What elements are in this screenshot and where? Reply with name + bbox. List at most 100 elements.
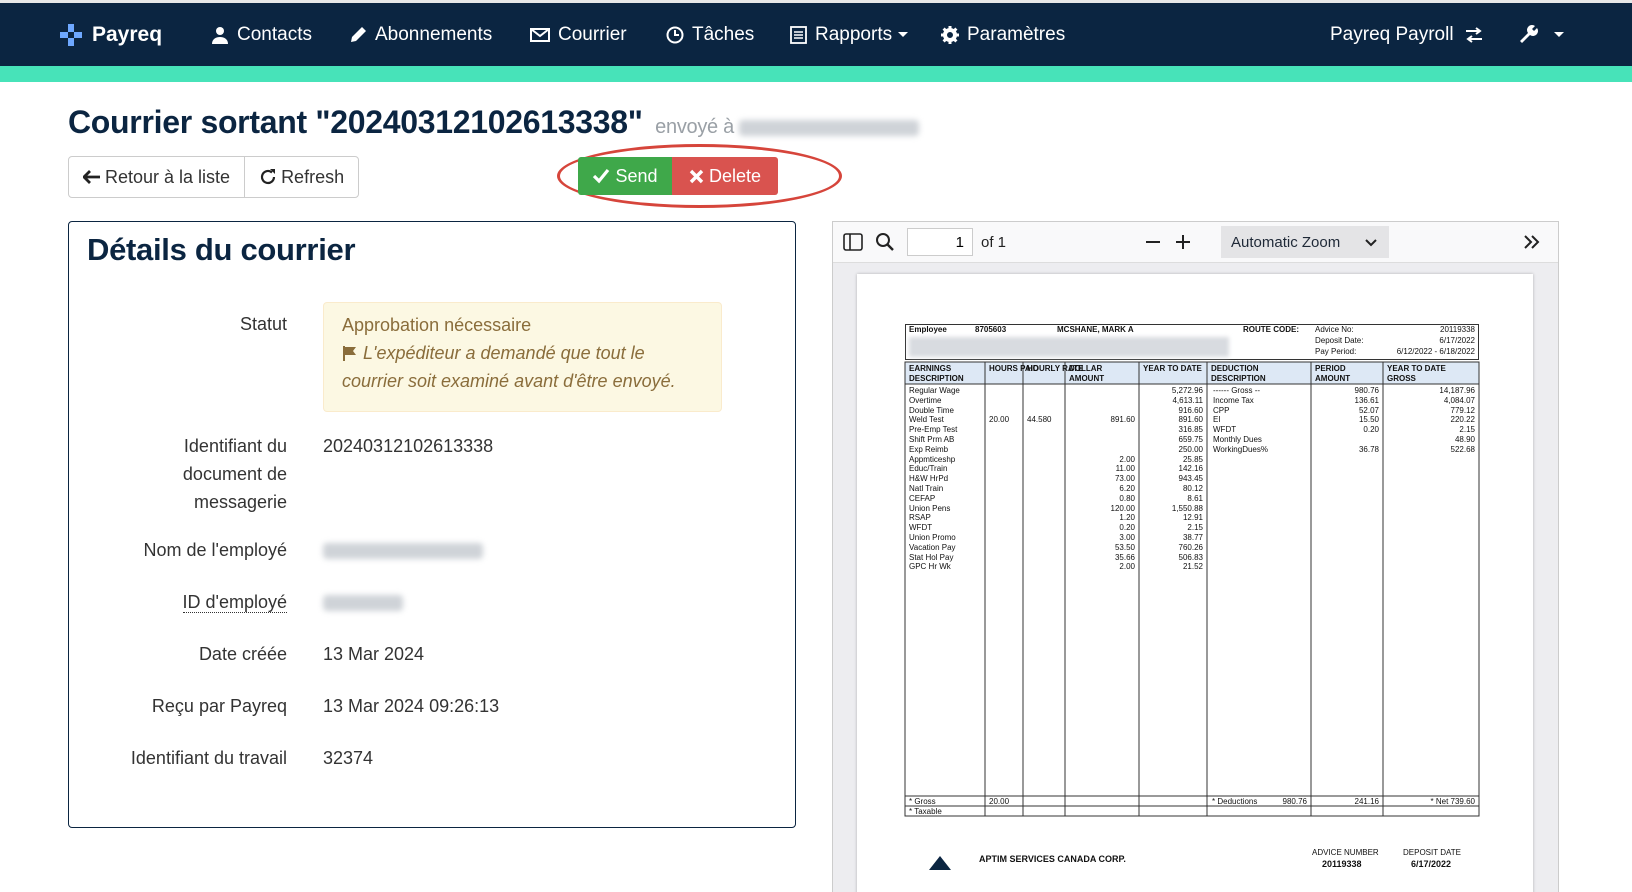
slip-deposit-label: DEPOSIT DATE [1403,848,1461,857]
refresh-icon [260,169,276,185]
slip-advice-number: 20119338 [1322,859,1362,869]
slip-earnings-cell: 2.00 [1119,454,1135,464]
employee-id-label-text: ID d'employé [182,592,287,613]
slip-deduction-cell: Income Tax [1213,395,1254,405]
slip-earnings-cell: Pre-Emp Test [909,425,958,435]
pdf-viewer: of 1 Automatic Zoom Employee 8705603 MCS… [832,221,1559,892]
slip-earnings-cell: 38.77 [1182,533,1203,542]
slip-deduction-cell: CPP [1213,405,1230,415]
slip-deduction-cell: 4,084.07 [1443,395,1475,405]
find-button[interactable] [875,222,895,262]
account-switcher[interactable]: Payreq Payroll [1330,3,1484,66]
slip-earnings-cell: RSAP [909,513,931,523]
page-title: Courrier sortant "20240312102613338" env… [68,104,920,141]
slip-earnings-cell: Union Pens [909,503,951,513]
slip-deduction-cell: 980.76 [1354,386,1379,395]
slip-deduction-cell: ------ Gross -- [1213,386,1261,395]
zoom-out-button[interactable] [1145,222,1161,262]
slip-deduction-cell: EI [1213,415,1221,425]
slip-company: APTIM SERVICES CANADA CORP. [979,854,1126,864]
company-logo-icon [929,856,951,870]
slip-earnings-cell: 0.80 [1119,493,1135,503]
slip-earnings-cell: WFDT [909,523,933,533]
details-panel: Détails du courrier Statut Approbation n… [68,221,796,828]
slip-deposit-value-text: 6/17/2022 [1411,859,1452,869]
slip-header-cell: PERIOD AMOUNT [1315,364,1351,383]
slip-company-text: APTIM SERVICES CANADA CORP. [979,854,1126,864]
details-heading: Détails du courrier [87,232,356,267]
slip-taxable-label: * Taxable [909,807,942,816]
status-note: L'expéditeur a demandé que tout le courr… [342,343,676,391]
refresh-label: Refresh [281,166,345,187]
slip-earnings-cell: 2.15 [1187,523,1203,533]
slip-earnings-cell: 25.85 [1182,454,1203,464]
slip-earnings-cell: 316.85 [1178,425,1203,435]
gear-icon [941,25,959,44]
slip-earnings-cell: 35.66 [1114,552,1135,562]
slip-earnings-cell: 0.20 [1119,523,1135,533]
nav-rapports-label: Rapports [815,23,893,45]
slip-earnings-cell: 53.50 [1114,542,1135,552]
nav-courrier[interactable]: Courrier [530,3,627,66]
chevron-down-icon [1365,239,1377,247]
page-number-input[interactable] [907,228,973,256]
pdf-page: Employee 8705603 MCSHANE, MARK A ROUTE C… [857,274,1533,892]
close-icon [689,169,704,183]
zoom-in-button[interactable] [1175,222,1191,262]
redacted-employee-id [323,595,403,612]
status-note-row: L'expéditeur a demandé que tout le courr… [342,339,703,395]
nav-abonnements[interactable]: Abonnements [349,3,492,66]
slip-deduction-cell: 220.22 [1450,415,1475,425]
nav-rapports[interactable]: Rapports [790,3,909,66]
pencil-icon [351,26,366,42]
slip-deduction-cell: 779.12 [1450,405,1475,415]
arrow-left-icon [83,170,100,184]
nav-taches[interactable]: Tâches [666,3,754,66]
slip-deduction-cell: 52.07 [1358,405,1379,415]
brand-icon [60,23,82,46]
nav-abonnements-label: Abonnements [375,23,493,45]
nav-courrier-label: Courrier [558,23,627,45]
nav-contacts-label: Contacts [237,23,312,45]
delete-button[interactable]: Delete [672,157,778,195]
tools-menu[interactable] [1520,3,1564,66]
slip-earnings-cell: 5,272.96 [1171,386,1203,395]
nav-contacts[interactable]: Contacts [211,3,312,66]
slip-earnings-cell: 80.12 [1182,484,1203,493]
minus-icon [1146,241,1160,243]
slip-earnings-cell: 8.61 [1187,493,1203,503]
brand-logo[interactable]: Payreq [58,3,162,66]
doc-id-label: Identifiant du document de messagerie [182,436,287,512]
pdf-toolbar: of 1 Automatic Zoom [833,222,1558,263]
slip-earnings-cell: 11.00 [1115,464,1135,474]
slip-deduction-cell: WFDT [1213,425,1237,435]
slip-earnings-cell: 891.60 [1110,415,1135,425]
refresh-button[interactable]: Refresh [244,157,358,197]
slip-earnings-cell: 943.45 [1178,474,1203,484]
slip-earnings-cell: Appmticeshp [909,454,956,464]
flag-icon [343,346,356,361]
slip-header-cell: YEAR TO DATE GROSS [1387,364,1446,383]
slip-earnings-cell: 1.20 [1119,513,1135,523]
plus-icon [1176,235,1190,249]
sidebar-toggle-button[interactable] [843,222,863,262]
swap-icon [1465,26,1482,43]
slip-earnings-cell: 2.00 [1119,562,1135,572]
send-label: Send [615,165,658,186]
slip-earnings-cell: Overtime [909,395,942,405]
slip-deduction-cell: 2.15 [1459,425,1475,435]
back-to-list-button[interactable]: Retour à la liste [69,157,244,197]
job-id-label: Identifiant du travail [130,748,287,768]
page-subtitle-text: envoyé à [655,116,734,138]
slip-earnings-cell: 12.91 [1182,513,1203,523]
slip-earnings-cell: Educ/Train [909,464,948,474]
sidebar-icon [843,233,863,251]
slip-earnings-cell: 3.00 [1119,533,1135,542]
tools-toggle-button[interactable] [1523,222,1541,262]
double-chevron-right-icon [1524,235,1540,249]
nav-parametres[interactable]: Paramètres [941,3,1065,66]
back-to-list-label: Retour à la liste [105,166,231,187]
slip-advice-number-text: 20119338 [1322,859,1362,869]
send-button[interactable]: Send [578,157,672,195]
zoom-select[interactable]: Automatic Zoom [1221,226,1389,258]
